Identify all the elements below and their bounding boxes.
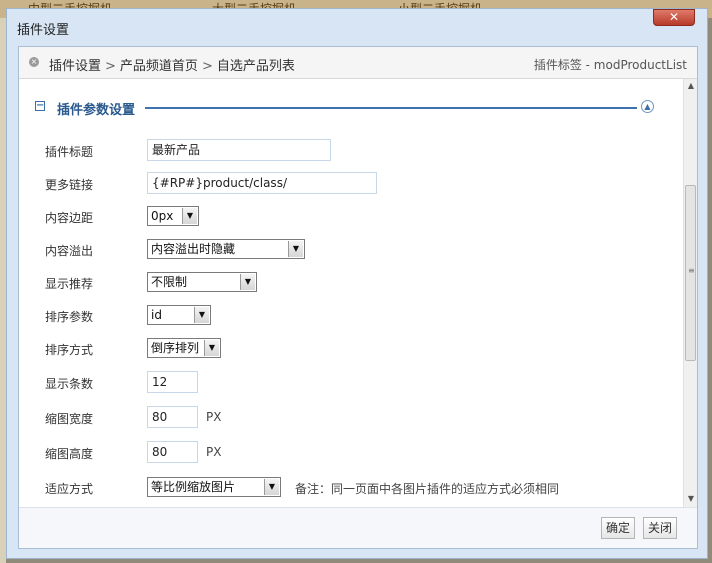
thumb-height-label: 缩图高度 bbox=[45, 447, 94, 461]
show-recommend-label: 显示推荐 bbox=[45, 277, 94, 291]
content-margin-value: 0px bbox=[151, 209, 174, 223]
breadcrumb-item-product-channel[interactable]: 产品频道首页 bbox=[120, 59, 198, 74]
row-thumb-width: 缩图宽度 80 PX bbox=[45, 406, 665, 428]
breadcrumb-item-plugin-settings[interactable]: 插件设置 bbox=[49, 59, 101, 74]
fit-mode-label: 适应方式 bbox=[45, 482, 94, 496]
section-header: − 插件参数设置 ▲ bbox=[35, 99, 655, 118]
chevron-down-icon: ▼ bbox=[204, 340, 219, 356]
content-margin-label: 内容边距 bbox=[45, 211, 94, 225]
sort-param-select[interactable]: id ▼ bbox=[147, 305, 211, 325]
dialog-close-button[interactable]: ✕ bbox=[653, 9, 695, 26]
scroll-down-arrow-icon[interactable]: ▼ bbox=[684, 492, 697, 506]
show-recommend-select[interactable]: 不限制 ▼ bbox=[147, 272, 257, 292]
row-plugin-title: 插件标题 最新产品 bbox=[45, 139, 665, 161]
chevron-down-icon: ▼ bbox=[182, 208, 197, 224]
dialog-title: 插件设置 bbox=[17, 23, 70, 38]
plugin-title-label: 插件标题 bbox=[45, 145, 94, 159]
row-thumb-height: 缩图高度 80 PX bbox=[45, 441, 665, 463]
sort-order-value: 倒序排列 bbox=[151, 341, 200, 355]
sort-param-value: id bbox=[151, 308, 162, 322]
display-count-label: 显示条数 bbox=[45, 377, 94, 391]
settings-scroll-area[interactable]: − 插件参数设置 ▲ 插件标题 最新产品 更多链接 {#RP#}product/… bbox=[19, 79, 697, 507]
fit-mode-select[interactable]: 等比例缩放图片 ▼ bbox=[147, 477, 281, 497]
breadcrumb-item-product-list: 自选产品列表 bbox=[216, 59, 295, 74]
scroll-up-arrow-icon[interactable]: ▲ bbox=[684, 79, 697, 93]
content-margin-select[interactable]: 0px ▼ bbox=[147, 206, 199, 226]
breadcrumb-separator: > bbox=[201, 59, 213, 74]
row-content-margin: 内容边距 0px ▼ bbox=[45, 205, 665, 227]
plugin-settings-dialog: 插件设置 ✕ × 插件设置 > 产品频道首页 > 自选产品列表 插件标签 - modPr… bbox=[6, 8, 708, 559]
chevron-down-icon: ▼ bbox=[194, 307, 209, 323]
section-divider bbox=[145, 107, 637, 109]
dialog-content: × 插件设置 > 产品频道首页 > 自选产品列表 插件标签 - modProductLi… bbox=[18, 46, 698, 549]
content-overflow-select[interactable]: 内容溢出时隐藏 ▼ bbox=[147, 239, 305, 259]
fit-mode-note: 备注：同一页面中各图片插件的适应方式必须相同 bbox=[295, 482, 560, 496]
content-overflow-label: 内容溢出 bbox=[45, 244, 94, 258]
content-overflow-value: 内容溢出时隐藏 bbox=[151, 242, 236, 256]
row-content-overflow: 内容溢出 内容溢出时隐藏 ▼ bbox=[45, 238, 665, 260]
row-sort-order: 排序方式 倒序排列 ▼ bbox=[45, 337, 665, 359]
up-circle-icon[interactable]: ▲ bbox=[641, 100, 654, 113]
vertical-scrollbar[interactable]: ▲ ≡ ▼ bbox=[683, 79, 697, 507]
scroll-thumb[interactable]: ≡ bbox=[685, 185, 696, 361]
minus-square-icon[interactable]: − bbox=[35, 101, 45, 111]
breadcrumb: 插件设置 > 产品频道首页 > 自选产品列表 bbox=[49, 55, 295, 74]
chevron-down-icon: ▼ bbox=[288, 241, 303, 257]
plugin-tag-label: 插件标签 - modProductList bbox=[533, 58, 687, 72]
row-more-link: 更多链接 {#RP#}product/class/ bbox=[45, 172, 665, 194]
thumb-height-input[interactable]: 80 bbox=[147, 441, 198, 463]
plugin-title-input[interactable]: 最新产品 bbox=[147, 139, 331, 161]
breadcrumb-circle-icon: × bbox=[29, 57, 39, 67]
fit-mode-value: 等比例缩放图片 bbox=[151, 480, 236, 494]
sort-param-label: 排序参数 bbox=[45, 310, 94, 324]
breadcrumb-bar: × 插件设置 > 产品频道首页 > 自选产品列表 插件标签 - modProductLi… bbox=[19, 47, 697, 79]
more-link-label: 更多链接 bbox=[45, 178, 94, 192]
row-fit-mode: 适应方式 等比例缩放图片 ▼ 备注：同一页面中各图片插件的适应方式必须相同 bbox=[45, 476, 665, 498]
display-count-input[interactable]: 12 bbox=[147, 371, 198, 393]
thumb-width-unit: PX bbox=[206, 410, 222, 424]
grip-icon: ≡ bbox=[688, 266, 695, 275]
thumb-height-unit: PX bbox=[206, 445, 222, 459]
section-title: 插件参数设置 bbox=[57, 103, 136, 118]
thumb-width-input[interactable]: 80 bbox=[147, 406, 198, 428]
more-link-input[interactable]: {#RP#}product/class/ bbox=[147, 172, 377, 194]
row-sort-param: 排序参数 id ▼ bbox=[45, 304, 665, 326]
show-recommend-value: 不限制 bbox=[151, 275, 188, 289]
sort-order-label: 排序方式 bbox=[45, 343, 94, 357]
chevron-down-icon: ▼ bbox=[240, 274, 255, 290]
row-display-count: 显示条数 12 bbox=[45, 371, 665, 393]
breadcrumb-separator: > bbox=[105, 59, 116, 74]
chevron-down-icon: ▼ bbox=[264, 479, 279, 495]
sort-order-select[interactable]: 倒序排列 ▼ bbox=[147, 338, 221, 358]
thumb-width-label: 缩图宽度 bbox=[45, 412, 94, 426]
confirm-button[interactable]: 确定 bbox=[601, 517, 636, 539]
row-show-recommend: 显示推荐 不限制 ▼ bbox=[45, 271, 665, 293]
close-button[interactable]: 关闭 bbox=[643, 517, 678, 539]
dialog-footer: 确定 关闭 bbox=[19, 507, 697, 548]
